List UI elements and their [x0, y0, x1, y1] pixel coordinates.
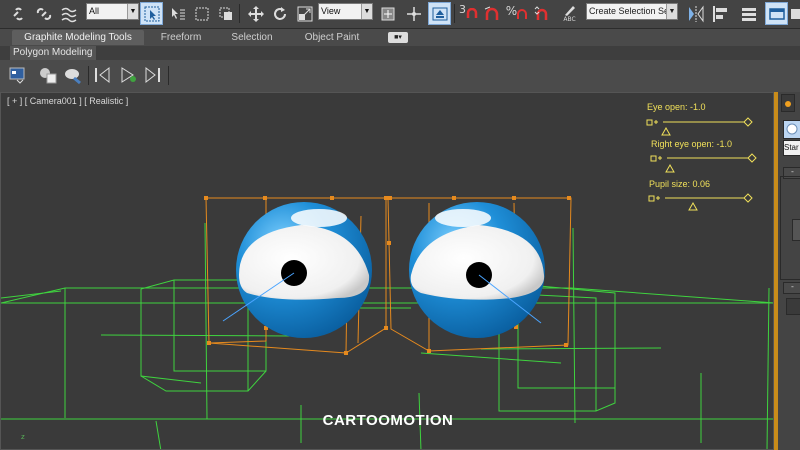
modify-mode-icon[interactable] — [63, 65, 83, 85]
axis-tripod-z: z — [21, 433, 25, 441]
chevron-down-icon: ▼ — [666, 4, 677, 19]
ribbon-panel — [0, 60, 800, 93]
ribbon-tab-bar: Graphite Modeling Tools Freeform Selecti… — [0, 29, 800, 46]
previous-modifier-icon[interactable] — [93, 65, 113, 85]
percent-snap-icon[interactable]: % — [505, 2, 528, 25]
rotate-icon[interactable] — [268, 2, 291, 25]
move-icon[interactable] — [244, 2, 267, 25]
unlink-icon[interactable] — [32, 2, 55, 25]
tab-polygon-modeling[interactable]: Polygon Modeling — [10, 46, 96, 60]
tab-graphite-modeling-tools[interactable]: Graphite Modeling Tools — [12, 30, 144, 45]
next-modifier-icon[interactable] — [143, 65, 163, 85]
rect-region-icon[interactable] — [190, 2, 213, 25]
snap-toggle-label: 3 — [459, 3, 466, 16]
window-crossing-icon[interactable] — [214, 2, 237, 25]
angle-snap-icon[interactable] — [481, 2, 504, 25]
edit-named-sets-label: ABC — [563, 16, 576, 23]
keyboard-shortcut-icon[interactable] — [428, 2, 451, 25]
link-icon[interactable] — [7, 2, 30, 25]
mirror-icon[interactable] — [684, 2, 707, 25]
show-end-result-icon[interactable] — [118, 65, 138, 85]
collapse-rollout-icon[interactable]: - — [783, 282, 800, 294]
camera-viewport[interactable]: [ + ] [ Camera001 ] [ Realistic ] Eye op… — [0, 92, 774, 450]
separator — [454, 4, 455, 23]
tab-object-paint[interactable]: Object Paint — [296, 30, 368, 45]
right-eye-open-label: Right eye open: -1.0 — [651, 139, 733, 149]
pupil-size-label: Pupil size: 0.06 — [649, 179, 711, 189]
select-manipulate-icon[interactable] — [402, 2, 425, 25]
main-toolbar: All ▼ View ▼ 3 % ABC Create Selection Se… — [0, 0, 800, 29]
reference-coordinate-value: View — [321, 6, 341, 16]
bind-spacewarp-icon[interactable] — [57, 2, 80, 25]
snap-icon[interactable]: 3 — [457, 2, 480, 25]
stack-icon[interactable] — [8, 65, 28, 85]
ribbon-options-icon[interactable]: ■▾ — [388, 32, 408, 43]
select-object-icon[interactable] — [140, 2, 163, 25]
slider-right-eye-open — [650, 153, 757, 173]
selection-filter-dropdown[interactable]: All ▼ — [86, 3, 139, 20]
named-selection-sets-value: Create Selection Se — [589, 6, 670, 16]
reference-coordinate-dropdown[interactable]: View ▼ — [318, 3, 373, 20]
slider-pupil-size — [648, 193, 753, 211]
eye-open-label: Eye open: -1.0 — [647, 102, 706, 112]
separator — [88, 66, 89, 85]
spinner-snap-icon[interactable] — [530, 2, 553, 25]
watermark-text: CARTOOMOTION — [322, 412, 454, 429]
chevron-down-icon: ▼ — [127, 4, 138, 19]
ribbon-subtab-bar: Polygon Modeling — [0, 46, 800, 60]
left-eye — [236, 202, 372, 338]
overflow-icon[interactable] — [789, 2, 800, 25]
align-icon[interactable] — [709, 2, 732, 25]
geometry-icon[interactable] — [783, 120, 800, 139]
chevron-down-icon: ▼ — [361, 4, 372, 19]
selection-filter-value: All — [89, 6, 100, 16]
percent-snap-label: % — [505, 3, 518, 18]
tab-freeform[interactable]: Freeform — [150, 30, 212, 45]
slider-eye-open — [646, 117, 753, 136]
separator — [239, 4, 240, 23]
scale-icon[interactable] — [293, 2, 316, 25]
select-by-name-icon[interactable] — [166, 2, 189, 25]
name-field[interactable] — [786, 298, 800, 315]
right-eye — [409, 202, 545, 338]
tab-selection[interactable]: Selection — [222, 30, 282, 45]
named-selection-sets-dropdown[interactable]: Create Selection Se ▼ — [586, 3, 678, 20]
create-tab-icon[interactable] — [781, 94, 795, 112]
pivot-icon[interactable] — [376, 2, 399, 25]
max-application: All ▼ View ▼ 3 % ABC Create Selection Se… — [0, 0, 800, 450]
edit-named-sets-icon[interactable]: ABC — [558, 2, 581, 25]
editable-poly-icon[interactable] — [38, 65, 58, 85]
separator — [168, 66, 169, 85]
panel-strip — [774, 92, 778, 450]
layer-manager-icon[interactable] — [737, 2, 760, 25]
command-panel: Star - - — [774, 92, 800, 450]
ribbon-toggle-icon[interactable] — [765, 2, 788, 25]
object-type-dropdown[interactable]: Star — [783, 140, 800, 156]
scroll-thumb[interactable] — [792, 219, 800, 241]
